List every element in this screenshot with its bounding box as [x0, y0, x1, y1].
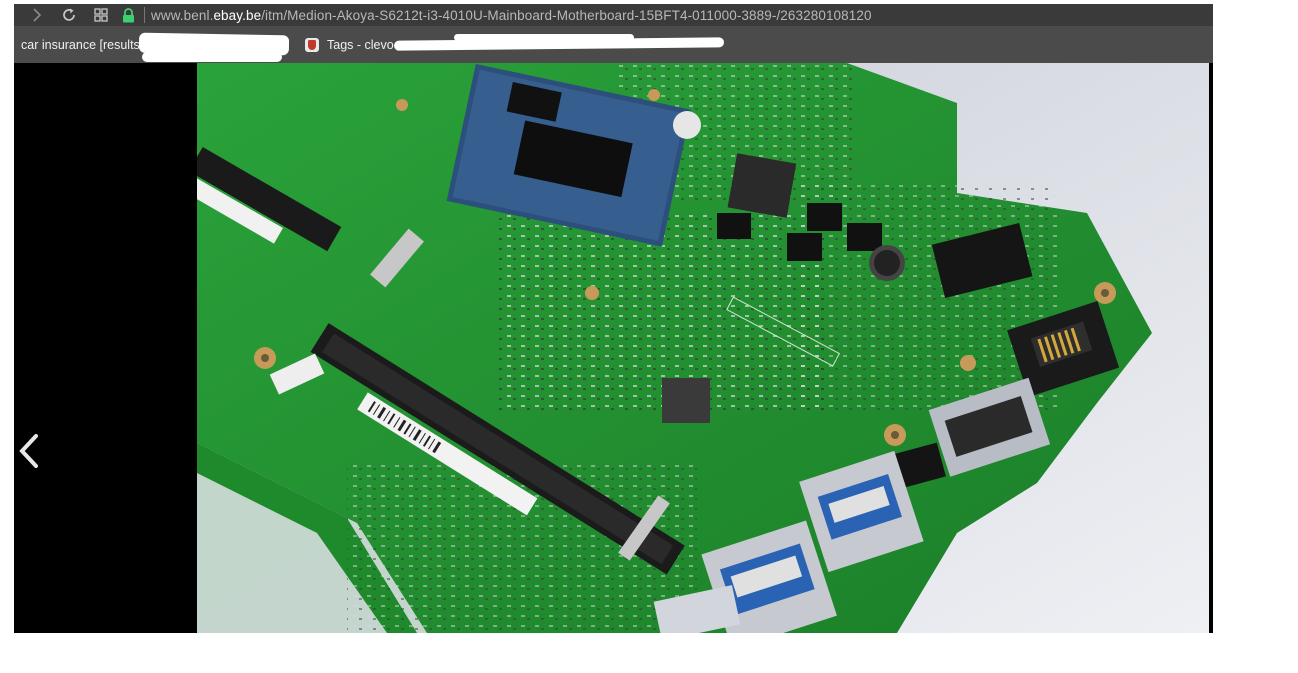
- bookmark-tags-clevo[interactable]: Tags - clevo: [305, 37, 394, 52]
- address-toolbar: www.benl.ebay.be/itm/Medion-Akoya-S6212t…: [14, 4, 1213, 26]
- forward-icon: [33, 8, 42, 22]
- image-viewer: [14, 63, 1213, 633]
- apps-button[interactable]: [90, 4, 112, 26]
- lock-icon: [123, 7, 134, 22]
- bookmark-label: car insurance [results: [21, 37, 139, 52]
- redaction-mark: [142, 52, 282, 62]
- bookmark-label: Tags - clevo: [327, 37, 394, 52]
- chevron-left-icon: [19, 434, 38, 468]
- url-separator: [144, 7, 145, 23]
- url-domain-prefix: www.benl.: [151, 7, 214, 23]
- motherboard-image: [197, 63, 1209, 633]
- redaction-mark: [454, 34, 634, 41]
- product-photo-motherboard[interactable]: [197, 63, 1209, 633]
- bookmarks-bar: car insurance [results Tags - clevo: [14, 26, 1213, 63]
- forward-button[interactable]: [26, 4, 48, 26]
- secure-indicator[interactable]: [122, 4, 136, 26]
- address-bar[interactable]: www.benl.ebay.be/itm/Medion-Akoya-S6212t…: [151, 8, 872, 23]
- bookmark-car-insurance[interactable]: car insurance [results: [21, 38, 139, 52]
- apps-grid-icon: [94, 8, 108, 22]
- reload-icon: [63, 8, 75, 21]
- reload-button[interactable]: [58, 4, 80, 26]
- url-path: /itm/Medion-Akoya-S6212t-i3-4010U-Mainbo…: [261, 7, 872, 23]
- browser-window: www.benl.ebay.be/itm/Medion-Akoya-S6212t…: [14, 4, 1213, 633]
- previous-image-button[interactable]: [16, 431, 42, 471]
- url-domain: ebay.be: [213, 7, 262, 23]
- bookmark-favicon: [305, 37, 319, 52]
